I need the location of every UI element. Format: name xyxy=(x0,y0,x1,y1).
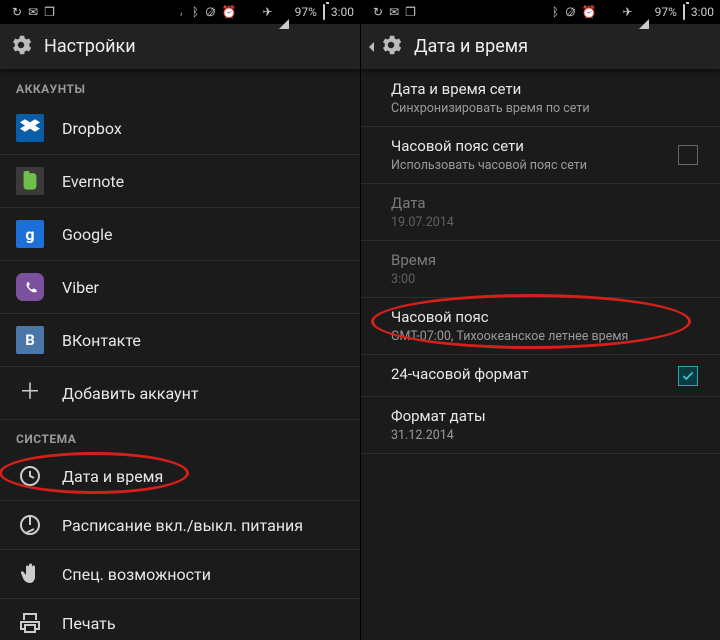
plus-icon: ＋ xyxy=(16,379,44,407)
battery-icon xyxy=(323,6,325,18)
row-label: Расписание вкл./выкл. питания xyxy=(62,516,303,535)
chat-icon: ❐ xyxy=(405,6,416,18)
airplane-icon: ✈ xyxy=(623,6,633,18)
actionbar[interactable]: Дата и время xyxy=(361,24,720,70)
signal-icon xyxy=(279,6,289,18)
row-label: Dropbox xyxy=(62,119,122,138)
evernote-icon xyxy=(16,167,44,195)
clock: 3:00 xyxy=(331,6,354,18)
row-subtitle: Использовать часовой пояс сети xyxy=(391,158,666,173)
clock: 3:00 xyxy=(691,6,714,18)
row-accessibility[interactable]: Спец. возможности xyxy=(0,550,360,599)
page-title: Настройки xyxy=(44,36,136,57)
row-24h-format[interactable]: 24-часовой формат xyxy=(361,355,720,397)
vibrate-icon: ∅̷ xyxy=(205,6,215,18)
row-title: Дата xyxy=(391,194,698,212)
clock-icon xyxy=(16,462,44,490)
row-label: ВКонтакте xyxy=(62,331,141,350)
power-schedule-icon xyxy=(16,511,44,539)
sync-icon: ↻ xyxy=(12,6,22,18)
row-title: Время xyxy=(391,251,698,269)
printer-icon xyxy=(16,609,44,637)
airplane-icon: ✈ xyxy=(263,6,273,18)
battery-pct: 97% xyxy=(295,6,317,18)
row-date-format[interactable]: Формат даты 31.12.2014 xyxy=(361,397,720,454)
google-icon: g xyxy=(16,220,44,248)
row-evernote[interactable]: Evernote xyxy=(0,155,360,208)
viber-icon xyxy=(16,273,44,301)
actionbar: Настройки xyxy=(0,24,360,70)
row-title: Дата и время сети xyxy=(391,80,698,98)
row-subtitle: 31.12.2014 xyxy=(391,428,698,443)
battery-pct: 97% xyxy=(655,6,677,18)
checkbox-24h[interactable] xyxy=(678,366,698,386)
mail-icon: ✉ xyxy=(389,6,399,18)
row-auto-time[interactable]: Дата и время сети Синхронизировать время… xyxy=(361,70,720,127)
row-label: Дата и время xyxy=(62,467,163,486)
phone-date-time: ↻ ✉ ❐ ᛒ ∅̷ ⏰ ✈ 97% 3:00 Дата и время Дат… xyxy=(360,0,720,640)
checkbox-auto-timezone[interactable] xyxy=(678,145,698,165)
row-time: Время 3:00 xyxy=(361,241,720,298)
gear-icon xyxy=(378,32,404,62)
row-date-time[interactable]: Дата и время xyxy=(0,452,360,501)
vibrate-icon: ∅̷ xyxy=(565,6,575,18)
row-schedule-power[interactable]: Расписание вкл./выкл. питания xyxy=(0,501,360,550)
row-google[interactable]: g Google xyxy=(0,208,360,261)
row-viber[interactable]: Viber xyxy=(0,261,360,314)
bluetooth-icon: ᛒ xyxy=(192,6,199,18)
settings-list[interactable]: АККАУНТЫ Dropbox Evernote g Google Viber… xyxy=(0,70,360,640)
mail-icon: ✉ xyxy=(28,6,38,18)
row-print[interactable]: Печать xyxy=(0,599,360,640)
alarm-icon: ⏰ xyxy=(582,6,597,18)
row-label: Добавить аккаунт xyxy=(62,384,199,403)
alarm-icon: ⏰ xyxy=(222,6,237,18)
row-subtitle: Синхронизировать время по сети xyxy=(391,101,698,116)
row-title: Часовой пояс xyxy=(391,308,698,326)
row-label: Evernote xyxy=(62,172,124,191)
row-vk[interactable]: B ВКонтакте xyxy=(0,314,360,367)
row-label: Спец. возможности xyxy=(62,565,211,584)
row-title: Формат даты xyxy=(391,407,698,425)
status-bar: ↻ ✉ ❐ ᛒ ∅̷ ⏰ ✈ 97% 3:00 xyxy=(361,0,720,24)
category-system: СИСТЕМА xyxy=(0,420,360,452)
category-accounts: АККАУНТЫ xyxy=(0,70,360,102)
hand-icon xyxy=(16,560,44,588)
battery-icon xyxy=(683,6,685,18)
page-title: Дата и время xyxy=(414,36,528,57)
separator-dot: , xyxy=(180,2,183,18)
row-label: Google xyxy=(62,225,113,244)
row-dropbox[interactable]: Dropbox xyxy=(0,102,360,155)
bluetooth-icon: ᛒ xyxy=(552,6,559,18)
row-label: Печать xyxy=(62,614,116,633)
gear-icon xyxy=(8,32,34,62)
wifi-icon xyxy=(603,5,617,19)
row-subtitle: GMT-07:00, Тихоокеанское летнее время xyxy=(391,329,698,344)
phone-settings-main: , ↻ ✉ ❐ ᛒ ∅̷ ⏰ ✈ 97% 3:00 Настройки АККА… xyxy=(0,0,360,640)
row-subtitle: 19.07.2014 xyxy=(391,215,698,230)
row-add-account[interactable]: ＋ Добавить аккаунт xyxy=(0,367,360,420)
row-auto-timezone[interactable]: Часовой пояс сети Использовать часовой п… xyxy=(361,127,720,184)
row-timezone[interactable]: Часовой пояс GMT-07:00, Тихоокеанское ле… xyxy=(361,298,720,355)
dropbox-icon xyxy=(16,114,44,142)
date-time-list[interactable]: Дата и время сети Синхронизировать время… xyxy=(361,70,720,454)
chat-icon: ❐ xyxy=(44,6,55,18)
back-icon[interactable] xyxy=(369,42,374,52)
vk-icon: B xyxy=(16,326,44,354)
row-label: Viber xyxy=(62,278,99,297)
signal-icon xyxy=(639,6,649,18)
row-title: Часовой пояс сети xyxy=(391,137,666,155)
row-subtitle: 3:00 xyxy=(391,272,698,287)
row-date: Дата 19.07.2014 xyxy=(361,184,720,241)
sync-icon: ↻ xyxy=(373,6,383,18)
row-title: 24-часовой формат xyxy=(391,365,666,383)
wifi-icon xyxy=(243,5,257,19)
